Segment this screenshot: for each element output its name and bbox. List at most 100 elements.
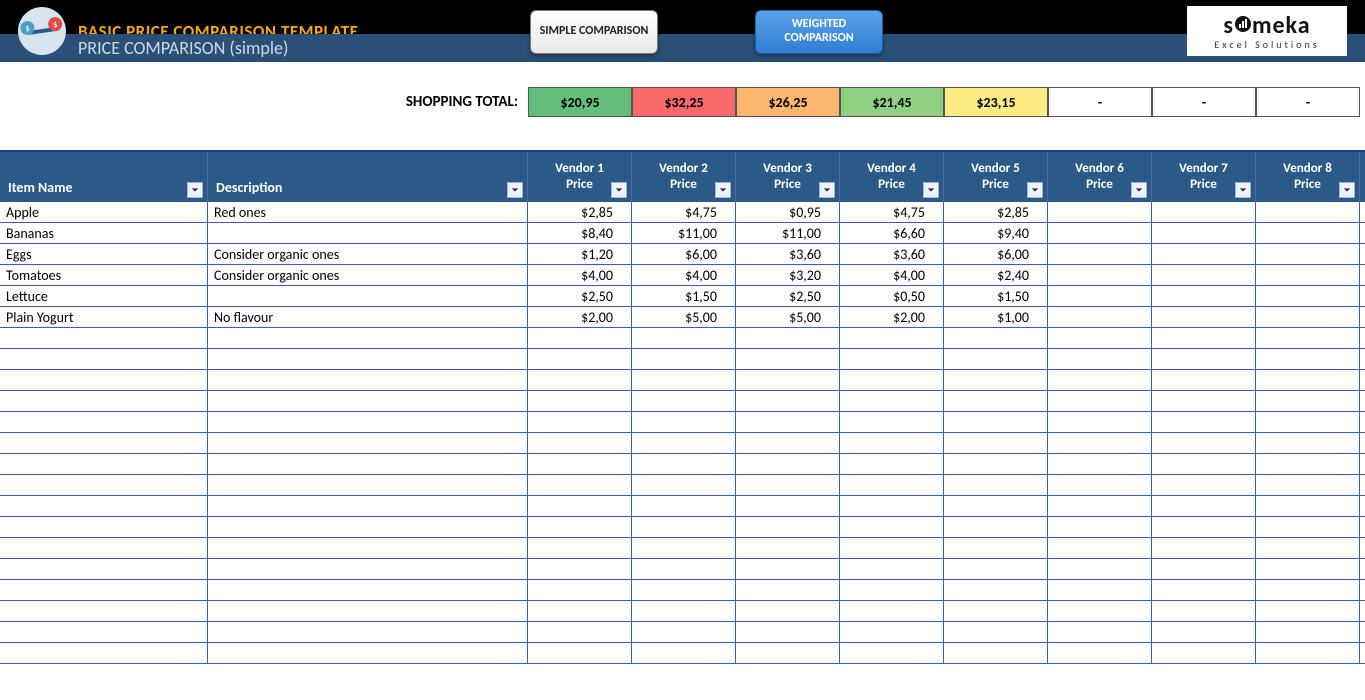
cell-price-vendor-5[interactable]	[944, 349, 1048, 369]
cell-price-vendor-4[interactable]	[840, 370, 944, 390]
cell-price-vendor-6[interactable]	[1048, 349, 1152, 369]
cell-description[interactable]: Red ones	[208, 202, 528, 222]
cell-description[interactable]	[208, 433, 528, 453]
filter-description[interactable]	[507, 182, 523, 198]
cell-price-vendor-3[interactable]	[736, 412, 840, 432]
cell-description[interactable]	[208, 370, 528, 390]
cell-price-vendor-6[interactable]	[1048, 475, 1152, 495]
cell-price-vendor-1[interactable]: $1,20	[528, 244, 632, 264]
cell-price-vendor-8[interactable]	[1256, 622, 1360, 642]
filter-vendor-1[interactable]	[611, 182, 627, 198]
cell-item[interactable]	[0, 328, 208, 348]
cell-item[interactable]	[0, 496, 208, 516]
cell-price-vendor-2[interactable]	[632, 601, 736, 621]
cell-price-vendor-7[interactable]	[1152, 559, 1256, 579]
cell-price-vendor-4[interactable]: $3,60	[840, 244, 944, 264]
cell-price-vendor-3[interactable]	[736, 496, 840, 516]
cell-price-vendor-4[interactable]	[840, 412, 944, 432]
cell-price-vendor-4[interactable]	[840, 601, 944, 621]
cell-price-vendor-4[interactable]	[840, 538, 944, 558]
cell-price-vendor-8[interactable]	[1256, 244, 1360, 264]
cell-price-vendor-7[interactable]	[1152, 454, 1256, 474]
cell-price-vendor-2[interactable]	[632, 475, 736, 495]
cell-item[interactable]: Eggs	[0, 244, 208, 264]
simple-comparison-button[interactable]: SIMPLE COMPARISON	[530, 10, 658, 54]
cell-price-vendor-6[interactable]	[1048, 601, 1152, 621]
cell-price-vendor-2[interactable]	[632, 496, 736, 516]
cell-price-vendor-1[interactable]	[528, 433, 632, 453]
cell-price-vendor-4[interactable]: $6,60	[840, 223, 944, 243]
cell-description[interactable]	[208, 622, 528, 642]
cell-price-vendor-3[interactable]	[736, 454, 840, 474]
cell-price-vendor-3[interactable]	[736, 475, 840, 495]
cell-price-vendor-6[interactable]	[1048, 433, 1152, 453]
cell-price-vendor-1[interactable]	[528, 496, 632, 516]
cell-price-vendor-2[interactable]	[632, 580, 736, 600]
cell-description[interactable]	[208, 286, 528, 306]
cell-price-vendor-7[interactable]	[1152, 601, 1256, 621]
cell-price-vendor-3[interactable]	[736, 391, 840, 411]
filter-vendor-6[interactable]	[1131, 182, 1147, 198]
cell-price-vendor-5[interactable]	[944, 538, 1048, 558]
cell-price-vendor-3[interactable]: $11,00	[736, 223, 840, 243]
cell-description[interactable]	[208, 601, 528, 621]
cell-price-vendor-7[interactable]	[1152, 475, 1256, 495]
cell-price-vendor-5[interactable]	[944, 559, 1048, 579]
cell-price-vendor-6[interactable]	[1048, 496, 1152, 516]
cell-price-vendor-6[interactable]	[1048, 412, 1152, 432]
cell-item[interactable]	[0, 580, 208, 600]
cell-price-vendor-8[interactable]	[1256, 601, 1360, 621]
cell-price-vendor-8[interactable]	[1256, 517, 1360, 537]
cell-item[interactable]	[0, 643, 208, 663]
cell-description[interactable]: No flavour	[208, 307, 528, 327]
cell-price-vendor-8[interactable]	[1256, 202, 1360, 222]
cell-price-vendor-3[interactable]: $0,95	[736, 202, 840, 222]
cell-price-vendor-1[interactable]: $2,85	[528, 202, 632, 222]
cell-description[interactable]: Consider organic ones	[208, 265, 528, 285]
cell-price-vendor-8[interactable]	[1256, 286, 1360, 306]
cell-description[interactable]	[208, 538, 528, 558]
cell-price-vendor-1[interactable]	[528, 475, 632, 495]
cell-price-vendor-7[interactable]	[1152, 349, 1256, 369]
cell-price-vendor-4[interactable]	[840, 475, 944, 495]
cell-price-vendor-1[interactable]	[528, 559, 632, 579]
cell-price-vendor-8[interactable]	[1256, 391, 1360, 411]
cell-price-vendor-1[interactable]	[528, 517, 632, 537]
cell-price-vendor-4[interactable]	[840, 622, 944, 642]
cell-price-vendor-2[interactable]: $4,00	[632, 265, 736, 285]
cell-price-vendor-4[interactable]	[840, 496, 944, 516]
cell-price-vendor-7[interactable]	[1152, 307, 1256, 327]
cell-description[interactable]	[208, 391, 528, 411]
cell-price-vendor-7[interactable]	[1152, 223, 1256, 243]
cell-price-vendor-8[interactable]	[1256, 643, 1360, 663]
cell-price-vendor-2[interactable]	[632, 643, 736, 663]
cell-price-vendor-3[interactable]	[736, 559, 840, 579]
cell-price-vendor-4[interactable]	[840, 433, 944, 453]
cell-item[interactable]	[0, 433, 208, 453]
cell-item[interactable]	[0, 517, 208, 537]
cell-price-vendor-5[interactable]	[944, 391, 1048, 411]
filter-vendor-2[interactable]	[715, 182, 731, 198]
cell-price-vendor-2[interactable]	[632, 349, 736, 369]
cell-price-vendor-8[interactable]	[1256, 538, 1360, 558]
cell-price-vendor-2[interactable]	[632, 517, 736, 537]
cell-price-vendor-4[interactable]: $2,00	[840, 307, 944, 327]
cell-item[interactable]	[0, 559, 208, 579]
cell-price-vendor-4[interactable]: $0,50	[840, 286, 944, 306]
cell-price-vendor-3[interactable]	[736, 370, 840, 390]
cell-price-vendor-6[interactable]	[1048, 370, 1152, 390]
filter-item-name[interactable]	[187, 182, 203, 198]
cell-price-vendor-8[interactable]	[1256, 265, 1360, 285]
cell-description[interactable]	[208, 580, 528, 600]
cell-price-vendor-3[interactable]: $3,20	[736, 265, 840, 285]
cell-price-vendor-5[interactable]	[944, 475, 1048, 495]
cell-item[interactable]	[0, 370, 208, 390]
cell-price-vendor-4[interactable]	[840, 454, 944, 474]
cell-price-vendor-7[interactable]	[1152, 433, 1256, 453]
cell-price-vendor-6[interactable]	[1048, 223, 1152, 243]
cell-price-vendor-5[interactable]: $6,00	[944, 244, 1048, 264]
cell-price-vendor-3[interactable]: $2,50	[736, 286, 840, 306]
cell-description[interactable]	[208, 412, 528, 432]
cell-price-vendor-2[interactable]: $1,50	[632, 286, 736, 306]
cell-item[interactable]	[0, 538, 208, 558]
